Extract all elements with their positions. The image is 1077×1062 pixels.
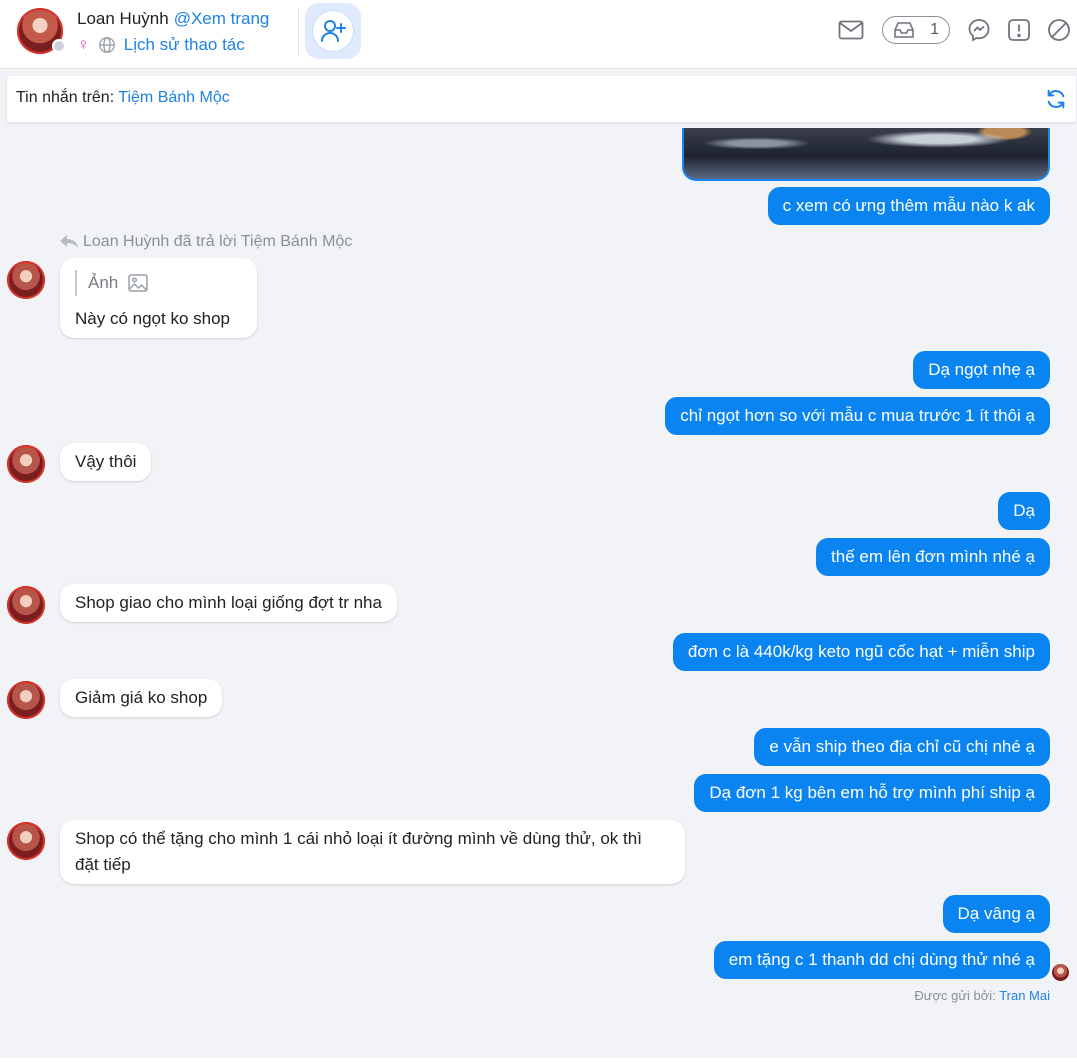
refresh-icon[interactable] [1045,88,1067,110]
report-icon[interactable] [1006,17,1032,43]
contact-sub-line: ♀ Lịch sử thao tác [77,34,245,56]
sender-name-link[interactable]: Tran Mai [999,988,1050,1003]
action-history-link[interactable]: Lịch sử thao tác [124,35,245,55]
contact-avatar-small [7,822,45,860]
sent-photo-attachment[interactable] [682,128,1050,181]
message-bubble-incoming: Shop giao cho mình loại giống đợt tr nha [60,584,397,622]
contact-name: Loan Huỳnh [77,9,169,28]
status-dot [52,39,66,53]
message-source-bar: Tin nhắn trên: Tiệm Bánh Mộc [7,76,1076,122]
composer-edge [0,1058,1077,1062]
message-bubble-outgoing: Dạ ngọt nhẹ ạ [913,351,1050,389]
source-label-line: Tin nhắn trên: Tiệm Bánh Mộc [16,89,230,107]
reply-note-text: Loan Huỳnh đã trả lời Tiệm Bánh Mộc [83,233,353,250]
add-friend-button[interactable] [305,3,361,59]
header-divider [298,8,299,56]
source-label: Tin nhắn trên: [16,89,119,106]
message-bubble-outgoing: đơn c là 440k/kg keto ngũ cốc hạt + miễn… [672,633,1050,671]
quoted-label: Ảnh [88,273,119,292]
message-bubble-incoming: Vậy thôi [60,443,152,481]
message-bubble-incoming: Shop có thể tặng cho mình 1 cái nhỏ loại… [60,820,685,884]
message-bubble-outgoing: em tặng c 1 thanh dd chị dùng thử nhé ạ [713,941,1050,979]
reply-icon [60,235,78,248]
sent-by-label: Được gửi bởi: [914,988,1000,1003]
contact-avatar-small [7,445,45,483]
mail-icon[interactable] [838,17,864,43]
contact-avatar-small [7,261,45,299]
inbox-counter-button[interactable]: 1 [882,16,950,44]
message-bubble-outgoing: thế em lên đơn mình nhé ạ [816,538,1050,576]
conversation-header: Loan Huỳnh @Xem trang ♀ Lịch sử thao tác … [0,0,1077,69]
source-page-link[interactable]: Tiệm Bánh Mộc [118,89,229,106]
message-text: Này có ngọt ko shop [75,309,230,328]
inbox-icon [894,22,914,38]
message-bubble-outgoing: chỉ ngọt hơn so với mẫu c mua trước 1 ít… [665,397,1050,435]
messenger-icon[interactable] [966,17,992,43]
image-icon [128,274,148,292]
reply-note: Loan Huỳnh đã trả lời Tiệm Bánh Mộc [60,233,352,251]
quoted-reply-bubble: Ảnh Này có ngọt ko shop [60,258,257,338]
inbox-count: 1 [930,21,939,38]
message-bubble-outgoing: Dạ đơn 1 kg bên em hỗ trợ mình phí ship … [694,774,1050,812]
view-page-link[interactable]: @Xem trang [174,9,270,28]
seen-avatar [1052,964,1069,981]
female-icon: ♀ [77,35,90,54]
contact-name-line: Loan Huỳnh @Xem trang [77,9,269,29]
globe-icon [98,37,115,53]
contact-avatar-small [7,681,45,719]
message-bubble-incoming: Giảm giá ko shop [60,679,223,717]
message-bubble-outgoing: c xem có ưng thêm mẫu nào k ak [767,187,1050,225]
block-icon[interactable] [1046,17,1072,43]
message-bubble-outgoing: Dạ vâng ạ [942,895,1050,933]
sent-by-line: Được gửi bởi: Tran Mai [914,988,1050,1003]
quoted-attachment[interactable]: Ảnh [75,270,148,296]
message-bubble-outgoing: e vẫn ship theo địa chỉ cũ chị nhé ạ [754,728,1050,766]
add-user-icon [321,20,346,42]
message-bubble-outgoing: Dạ [998,492,1050,530]
contact-avatar-small [7,586,45,624]
